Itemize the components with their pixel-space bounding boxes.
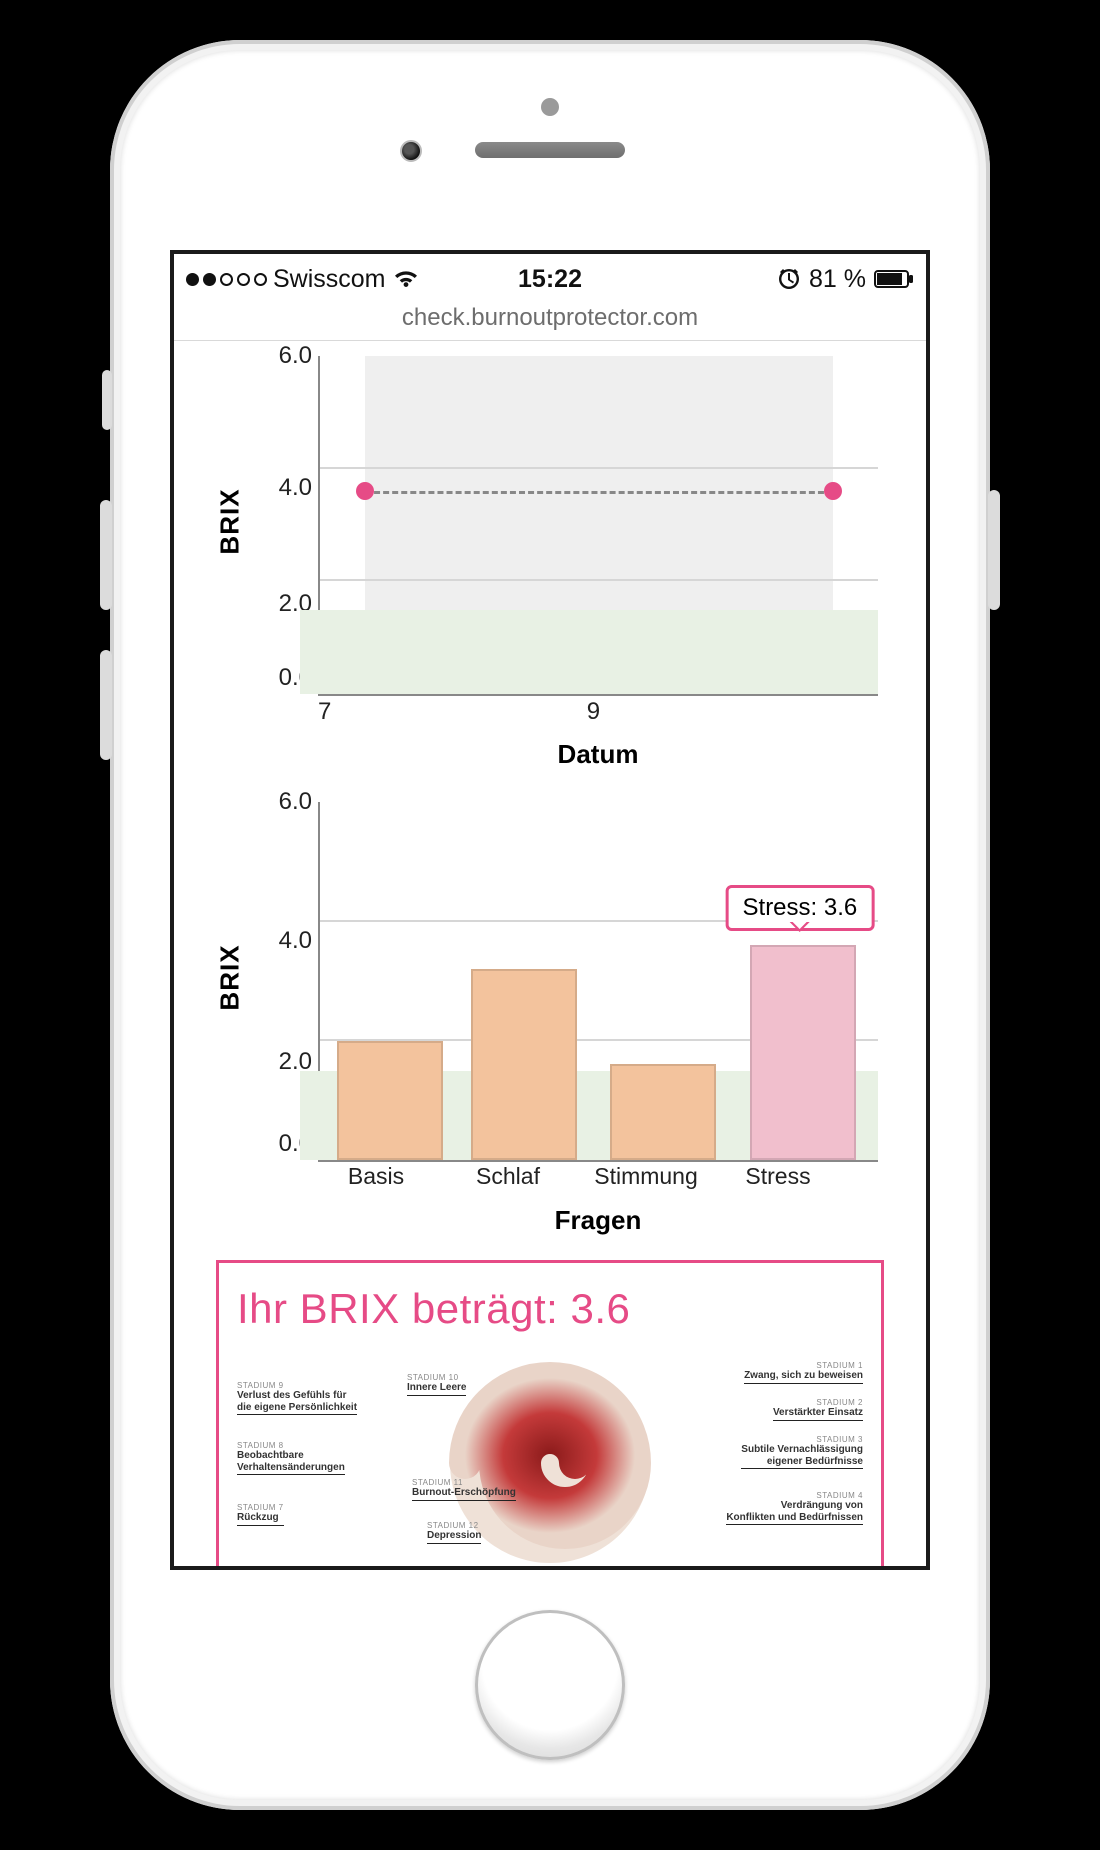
stage-11: STADIUM 11 Burnout-Erschöpfung bbox=[412, 1478, 516, 1501]
page-content[interactable]: BRIX 6.0 4.0 2.0 0.0 bbox=[174, 342, 926, 1566]
x-axis-label: Fragen bbox=[318, 1205, 878, 1236]
plot-area: Stress: 3.6 bbox=[318, 802, 878, 1162]
x-tick: Stress bbox=[745, 1163, 810, 1190]
y-tick: 6.0 bbox=[256, 342, 312, 370]
mute-switch[interactable] bbox=[102, 370, 112, 430]
x-axis-label: Datum bbox=[318, 739, 878, 770]
battery-label: 81 % bbox=[809, 265, 866, 294]
bar-basis bbox=[337, 1041, 443, 1160]
data-point bbox=[824, 482, 842, 500]
x-tick: Schlaf bbox=[476, 1163, 540, 1190]
y-axis-label: BRIX bbox=[208, 792, 253, 1162]
volume-down-button[interactable] bbox=[100, 650, 112, 760]
result-card: Ihr BRIX beträgt: 3.6 bbox=[216, 1260, 884, 1566]
url-bar[interactable]: check.burnoutprotector.com bbox=[174, 304, 926, 341]
x-tick: Stimmung bbox=[594, 1163, 698, 1190]
x-ticks: 7 9 bbox=[318, 698, 878, 726]
stage-3: STADIUM 3 Subtile Vernachlässigungeigene… bbox=[741, 1435, 863, 1469]
stage-2: STADIUM 2 Verstärkter Einsatz bbox=[773, 1398, 863, 1421]
bar-stimmung bbox=[610, 1064, 716, 1160]
stage-1: STADIUM 1 Zwang, sich zu beweisen bbox=[744, 1361, 863, 1384]
earpiece-speaker bbox=[475, 142, 625, 158]
status-bar: Swisscom 15:22 81 % bbox=[174, 254, 926, 304]
bar-schlaf bbox=[471, 969, 577, 1160]
signal-icon bbox=[186, 273, 267, 286]
y-tick: 6.0 bbox=[256, 788, 312, 816]
y-axis-label: BRIX bbox=[208, 346, 253, 696]
chart-brix-per-question: BRIX 6.0 4.0 2.0 0.0 bbox=[208, 792, 908, 1242]
volume-up-button[interactable] bbox=[100, 500, 112, 610]
clock-label: 15:22 bbox=[518, 265, 582, 294]
stages-diagram: STADIUM 9 Verlust des Gefühls fürdie eig… bbox=[237, 1343, 863, 1563]
x-tick: 9 bbox=[587, 698, 600, 726]
y-tick: 4.0 bbox=[256, 474, 312, 502]
screen: Swisscom 15:22 81 % check.burnoutpro bbox=[170, 250, 930, 1570]
gridline bbox=[320, 579, 878, 581]
phone-bezel: Swisscom 15:22 81 % check.burnoutpro bbox=[120, 50, 980, 1800]
plot-area bbox=[318, 356, 878, 696]
front-camera bbox=[400, 140, 422, 162]
stage-8: STADIUM 8 BeobachtbareVerhaltensänderung… bbox=[237, 1441, 345, 1475]
x-tick: Basis bbox=[348, 1163, 404, 1190]
power-button[interactable] bbox=[988, 490, 1000, 610]
gridline bbox=[320, 467, 878, 469]
alarm-icon bbox=[777, 267, 801, 291]
stage-12: STADIUM 12 Depression bbox=[427, 1521, 481, 1544]
result-title: Ihr BRIX beträgt: 3.6 bbox=[237, 1285, 863, 1333]
healthy-band bbox=[300, 610, 878, 695]
home-button[interactable] bbox=[475, 1610, 625, 1760]
proximity-sensor bbox=[541, 98, 559, 116]
iphone-frame: Swisscom 15:22 81 % check.burnoutpro bbox=[110, 40, 990, 1810]
bar-stress bbox=[750, 945, 856, 1160]
battery-icon bbox=[874, 270, 914, 288]
carrier-label: Swisscom bbox=[273, 265, 386, 294]
data-point bbox=[356, 482, 374, 500]
trend-line bbox=[365, 491, 834, 494]
wifi-icon bbox=[392, 268, 420, 290]
stage-7: STADIUM 7 Rückzug bbox=[237, 1503, 284, 1526]
stage-4: STADIUM 4 Verdrängung vonKonflikten und … bbox=[726, 1491, 863, 1525]
bar-tooltip: Stress: 3.6 bbox=[726, 885, 875, 931]
x-tick: 7 bbox=[318, 698, 331, 726]
stage-9: STADIUM 9 Verlust des Gefühls fürdie eig… bbox=[237, 1381, 357, 1415]
stage-10: STADIUM 10 Innere Leere bbox=[407, 1373, 466, 1396]
chart-brix-over-time: BRIX 6.0 4.0 2.0 0.0 bbox=[208, 346, 908, 776]
y-tick: 4.0 bbox=[256, 927, 312, 955]
